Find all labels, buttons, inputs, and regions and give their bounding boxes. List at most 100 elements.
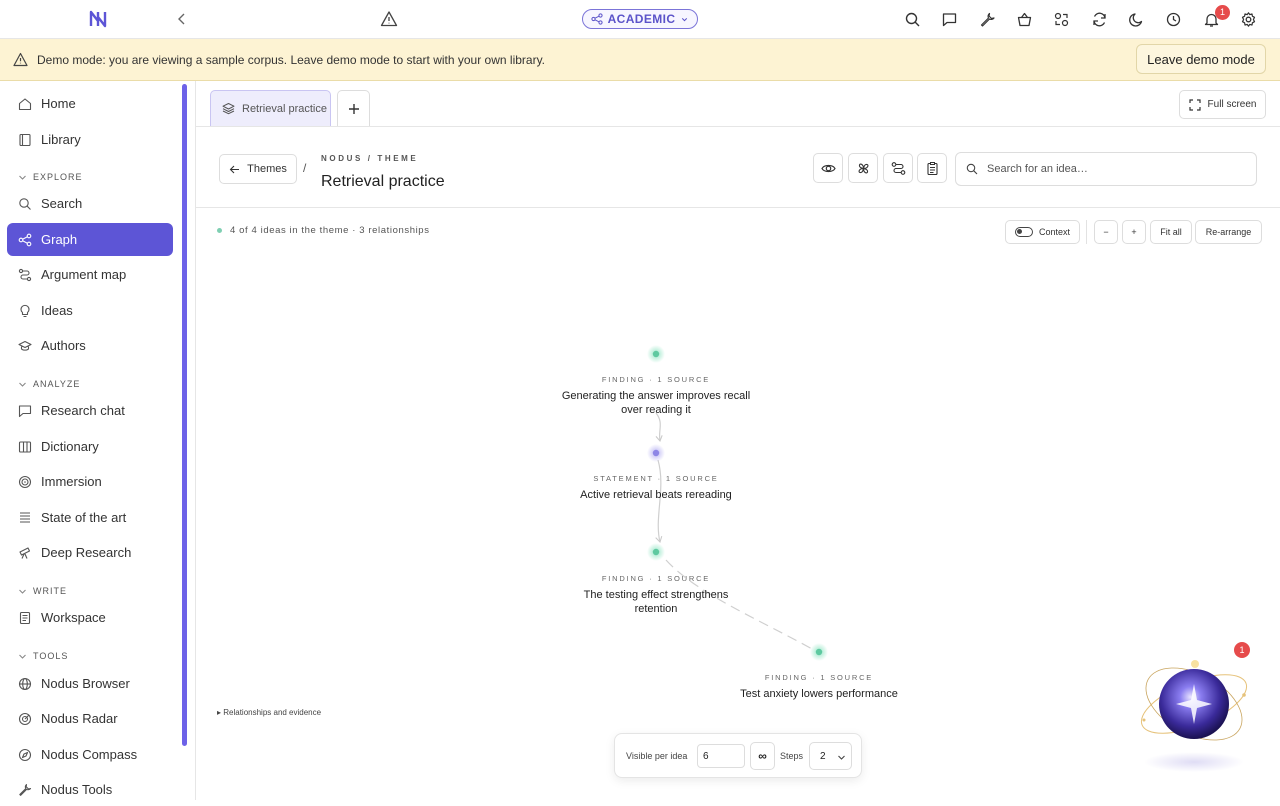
sidebar-item-label: Nodus Browser (41, 676, 130, 691)
idea-node-3[interactable] (647, 543, 665, 561)
tab-label: Retrieval practice (242, 102, 327, 115)
wrench-icon[interactable] (977, 9, 997, 29)
sidebar-item-authors[interactable]: Authors (7, 329, 173, 362)
sidebar-item-graph[interactable]: Graph (7, 223, 173, 256)
settings-icon[interactable] (1238, 9, 1258, 29)
edge-1[interactable] (655, 412, 663, 443)
node-label-1[interactable]: FINDING · 1 SOURCE Generating the answer… (551, 375, 761, 417)
section-analyze[interactable]: ANALYZE (18, 379, 80, 389)
steps-label: Steps (780, 751, 804, 761)
cluster-button[interactable] (848, 153, 878, 183)
assistant-orb[interactable] (1132, 640, 1257, 775)
sidebar-item-nodus-tools[interactable]: Nodus Tools (7, 773, 173, 806)
arrow-left-icon (229, 165, 240, 173)
message-icon[interactable] (939, 9, 959, 29)
sidebar-item-immersion[interactable]: Immersion (7, 465, 173, 498)
radar-icon (18, 712, 32, 725)
chevron-down-icon (838, 755, 845, 760)
idea-search[interactable] (955, 152, 1257, 186)
sidebar-item-library[interactable]: Library (7, 123, 173, 156)
dictionary-icon (18, 440, 32, 453)
search-icon (19, 197, 31, 210)
home-icon (18, 97, 32, 110)
warning-icon[interactable] (380, 10, 398, 28)
visible-per-idea-input[interactable] (697, 744, 745, 768)
sidebar-item-label: Deep Research (41, 545, 132, 560)
idea-node-2[interactable] (647, 444, 665, 462)
node-text: Active retrieval beats rereading (580, 489, 732, 501)
path-button[interactable] (883, 153, 913, 183)
tab-retrieval-practice[interactable]: Retrieval practice (210, 90, 331, 126)
moon-icon[interactable] (1126, 9, 1146, 29)
sidebar-item-home[interactable]: Home (7, 87, 173, 120)
document-icon (19, 611, 31, 624)
eye-toggle-button[interactable] (813, 153, 843, 183)
eye-icon (820, 164, 836, 172)
unlimited-button[interactable]: ∞ (750, 742, 775, 770)
sidebar-scrollbar[interactable] (182, 84, 187, 746)
sidebar-item-nodus-browser[interactable]: Nodus Browser (7, 667, 173, 700)
sidebar-item-dictionary[interactable]: Dictionary (7, 430, 173, 463)
sidebar-item-workspace[interactable]: Workspace (7, 601, 173, 634)
sidebar-item-argument-map[interactable]: Argument map (7, 258, 173, 291)
users-swap-icon[interactable] (1051, 9, 1071, 29)
add-tab-button[interactable] (337, 90, 370, 126)
idea-node-1[interactable] (647, 345, 665, 363)
sidebar-item-nodus-radar[interactable]: Nodus Radar (7, 702, 173, 735)
sidebar-item-label: Home (41, 96, 76, 111)
idea-node-4[interactable] (810, 643, 828, 661)
section-write[interactable]: WRITE (18, 586, 67, 596)
sidebar-item-nodus-compass[interactable]: Nodus Compass (7, 738, 173, 771)
sidebar-item-label: Nodus Compass (41, 747, 138, 762)
sidebar-item-label: Library (41, 132, 81, 147)
chat-icon (18, 404, 32, 417)
back-to-themes-button[interactable]: Themes (219, 154, 297, 184)
sidebar-item-search[interactable]: Search (7, 187, 173, 220)
sidebar-item-label: Nodus Tools (41, 782, 113, 797)
sidebar-item-ideas[interactable]: Ideas (7, 294, 173, 327)
chevron-down-icon (19, 382, 26, 387)
breadcrumb-separator: / (303, 161, 307, 175)
clipboard-button[interactable] (917, 153, 947, 183)
fan-icon (858, 163, 868, 173)
top-bar: ACADEMIC 1 (0, 0, 1280, 39)
section-explore[interactable]: EXPLORE (18, 172, 83, 182)
refresh-icon[interactable] (1089, 9, 1109, 29)
graph-depth-controls: Visible per idea ∞ Steps 2 (614, 733, 862, 778)
node-text: Test anxiety lowers performance (740, 688, 898, 700)
chevron-down-icon (19, 589, 26, 594)
graduation-cap-icon (18, 340, 32, 351)
search-input[interactable] (987, 163, 1247, 175)
sidebar-item-label: Graph (41, 232, 78, 247)
expand-icon (1188, 98, 1201, 111)
sidebar-item-state-of-the-art[interactable]: State of the art (7, 501, 173, 534)
sidebar-item-label: Nodus Radar (41, 711, 118, 726)
clock-icon[interactable] (1163, 9, 1183, 29)
sidebar-item-research-chat[interactable]: Research chat (7, 394, 173, 427)
node-label-4[interactable]: FINDING · 1 SOURCE Test anxiety lowers p… (709, 673, 929, 701)
graph-canvas[interactable]: 4 of 4 ideas in the theme · 3 relationsh… (196, 208, 1280, 800)
tab-bar: Retrieval practice Full screen (196, 81, 1280, 127)
sidebar-item-label: Dictionary (41, 439, 99, 454)
node-label-3[interactable]: FINDING · 1 SOURCE The testing effect st… (571, 574, 741, 616)
steps-select[interactable]: 2 (809, 742, 852, 770)
mode-selector[interactable]: ACADEMIC (582, 9, 698, 29)
sidebar-item-label: Ideas (41, 303, 73, 318)
telescope-icon (19, 546, 31, 559)
search-icon[interactable] (902, 9, 922, 29)
relationships-toggle[interactable]: ▸ Relationships and evidence (217, 708, 321, 717)
node-kind: STATEMENT · 1 SOURCE (593, 474, 719, 483)
nodus-logo[interactable] (88, 9, 108, 29)
path-icon (891, 161, 905, 175)
sidebar-item-label: Argument map (41, 267, 127, 282)
theme-header: Themes / NODUS / THEME Retrieval practic… (196, 127, 1280, 208)
collapse-sidebar-icon[interactable] (174, 11, 190, 27)
fullscreen-button[interactable]: Full screen (1179, 90, 1266, 119)
sidebar-item-deep-research[interactable]: Deep Research (7, 536, 173, 569)
sidebar-item-label: Search (41, 196, 83, 211)
leave-demo-button[interactable]: Leave demo mode (1136, 44, 1266, 74)
node-label-2[interactable]: STATEMENT · 1 SOURCE Active retrieval be… (546, 474, 766, 502)
section-tools[interactable]: TOOLS (18, 651, 68, 661)
basket-icon[interactable] (1014, 9, 1034, 29)
sidebar-item-label: State of the art (41, 510, 127, 525)
